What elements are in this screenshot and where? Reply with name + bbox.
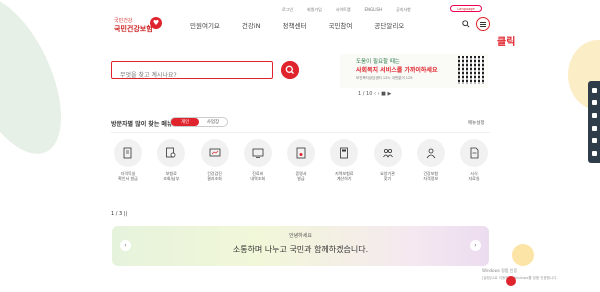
- util-english[interactable]: ENGLISH: [365, 7, 383, 13]
- banner-pager[interactable]: 1 / 10 ‹ › ■ ▶: [358, 91, 391, 97]
- visitor-type-toggle: 개인 사업장: [170, 117, 228, 127]
- language-select[interactable]: Language: [450, 5, 482, 12]
- hamburger-menu-button[interactable]: [476, 17, 490, 31]
- floating-button[interactable]: [506, 276, 516, 286]
- nav-item-health[interactable]: 건강iN: [242, 20, 261, 30]
- quick-menu-label: 지역보험료 계산하기: [335, 171, 354, 181]
- header: 국민건강 국민건강보험 ♥ 로그인 회원가입 사이트맵 ENGLISH 공지사항…: [0, 0, 600, 50]
- logo-small-text: 국민건강: [114, 18, 133, 24]
- logo-text: 국민건강보험: [114, 25, 153, 33]
- nav-item-participation[interactable]: 국민참여: [328, 20, 352, 30]
- monitor-icon: [252, 148, 264, 158]
- search-field[interactable]: [111, 61, 273, 84]
- quick-menu-list: 자격득실 확인서 발급 보험료 조회/납부 건강검진 결과조회 진료비 내역조회 증명서…: [111, 139, 491, 181]
- qr-code-overlay: [458, 56, 486, 84]
- quick-menu-label: 건강보험 자격정보: [423, 171, 439, 181]
- quick-menu-item[interactable]: 증명서 발급: [284, 139, 318, 181]
- banner-line3: 보건복지상담센터 129, 국번없이 129: [356, 76, 413, 80]
- util-notice[interactable]: 공지사항: [396, 7, 411, 13]
- side-icon[interactable]: [591, 125, 597, 131]
- nav-item-policy[interactable]: 정책센터: [283, 20, 307, 30]
- people-icon: [382, 149, 393, 158]
- quick-menu-label: 서식 자료실: [468, 171, 480, 181]
- slogan-main: 소통하며 나누고 국민과 함께하겠습니다.: [232, 245, 369, 254]
- quick-menu-item[interactable]: 자격득실 확인서 발급: [111, 139, 145, 181]
- side-quick-bar: [588, 81, 600, 163]
- side-icon[interactable]: [591, 100, 597, 106]
- side-icon[interactable]: [591, 113, 597, 119]
- calculator-icon: [340, 147, 349, 159]
- quick-menu-item[interactable]: 지역보험료 계산하기: [327, 139, 361, 181]
- quick-menu-item[interactable]: 진료비 내역조회: [241, 139, 275, 181]
- quick-menu-item[interactable]: 건강검진 결과조회: [198, 139, 232, 181]
- menu-setting-link[interactable]: 메뉴설정: [468, 120, 485, 126]
- tab-business[interactable]: 사업장: [199, 118, 227, 126]
- quick-menu-item[interactable]: 보험료 조회/납부: [154, 139, 188, 181]
- logo[interactable]: 국민건강 국민건강보험 ♥: [114, 17, 162, 37]
- quick-menu-item[interactable]: 건강보험 자격정보: [414, 139, 448, 181]
- banner-line2: 사회복지 서비스를 가까이하세요: [356, 67, 438, 74]
- promo-banner[interactable]: 도움이 필요할 때는 사회복지 서비스를 가까이하세요 보건복지상담센터 129…: [340, 54, 488, 88]
- util-sitemap[interactable]: 사이트맵: [336, 7, 351, 13]
- banner-line1: 도움이 필요할 때는: [356, 59, 400, 65]
- document-icon: [123, 147, 132, 159]
- quick-menu-label: 진료비 내역조회: [250, 171, 266, 181]
- windows-activation-title: Windows 정품 인증: [482, 268, 518, 273]
- top-nav: 민원여기요 건강iN 정책센터 국민참여 공단알리오: [190, 20, 404, 30]
- quick-menu-label: 건강검진 결과조회: [207, 171, 222, 181]
- chevron-right-icon[interactable]: ›: [470, 240, 481, 251]
- certificate-icon: [296, 147, 306, 159]
- quick-menu-label: 요양기관 찾기: [380, 171, 395, 181]
- divider: [111, 132, 490, 133]
- slogan-greeting: 안녕하세요: [288, 233, 312, 239]
- util-login[interactable]: 로그인: [282, 7, 293, 13]
- person-icon: [426, 148, 436, 159]
- quick-menu-label: 보험료 조회/납부: [163, 171, 180, 181]
- util-join[interactable]: 회원가입: [307, 7, 322, 13]
- quick-menu-label: 증명서 발급: [295, 171, 307, 181]
- search-icon[interactable]: [462, 20, 470, 28]
- nav-item-alio[interactable]: 공단알리오: [374, 20, 404, 30]
- slogan-banner: ‹ 안녕하세요 소통하며 나누고 국민과 함께하겠습니다. ›: [112, 226, 489, 266]
- quick-menu-label: 자격득실 확인서 발급: [118, 171, 138, 181]
- slogan-pager[interactable]: 1 / 3 ||: [111, 211, 127, 217]
- decorative-blob: [512, 244, 534, 266]
- page: 국민건강 국민건강보험 ♥ 로그인 회원가입 사이트맵 ENGLISH 공지사항…: [0, 0, 600, 292]
- quick-menu-item[interactable]: 요양기관 찾기: [371, 139, 405, 181]
- side-icon[interactable]: [591, 87, 597, 93]
- nav-item-civil[interactable]: 민원여기요: [190, 20, 220, 30]
- annotation-click: 클릭: [497, 37, 516, 48]
- popular-menu-title: 방문자별 많이 찾는 메뉴: [111, 121, 173, 128]
- side-icon[interactable]: [591, 151, 597, 157]
- side-icon[interactable]: [591, 138, 597, 144]
- quick-menu-item[interactable]: 서식 자료실: [457, 139, 491, 181]
- screen-icon: [209, 148, 220, 157]
- search-input[interactable]: [112, 67, 272, 84]
- heart-icon: ♥: [150, 17, 162, 29]
- tab-personal[interactable]: 개인: [171, 118, 199, 126]
- windows-activation-text: [설정]으로 이동하여 Windows를 정품 인증합니다.: [482, 276, 558, 280]
- search-doc-icon: [166, 147, 176, 158]
- search-submit-button[interactable]: [281, 61, 299, 79]
- paper-icon: [470, 147, 479, 159]
- utility-menu: 로그인 회원가입 사이트맵 ENGLISH 공지사항: [282, 7, 411, 13]
